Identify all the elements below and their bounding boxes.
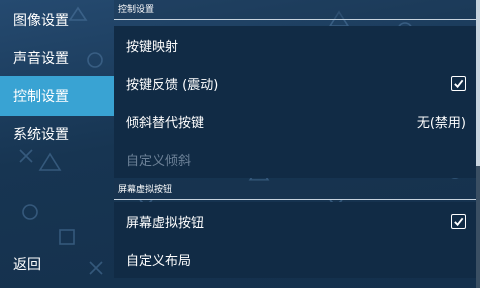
section-header-controls: 控制设置 [114, 0, 476, 20]
row-haptic-feedback[interactable]: 按键反馈 (震动) [114, 64, 476, 102]
settings-sidebar: 图像设置 声音设置 控制设置 系统设置 返回 [0, 0, 114, 288]
section-title: 控制设置 [118, 5, 155, 15]
row-label: 按键映射 [126, 39, 179, 55]
haptic-feedback-checkbox[interactable] [451, 75, 466, 91]
settings-panel: 控制设置 按键映射 按键反馈 (震动) 倾斜替代按键 无(禁用) 自定义倾斜 屏… [114, 0, 476, 288]
row-label: 倾斜替代按键 [126, 115, 205, 131]
row-custom-layout[interactable]: 自定义布局 [114, 240, 476, 278]
back-button[interactable]: 返回 [0, 244, 114, 284]
row-label: 按键反馈 (震动) [126, 77, 219, 93]
sidebar-item-system[interactable]: 系统设置 [0, 114, 114, 154]
back-button-label: 返回 [13, 257, 41, 273]
row-tilt-mapping[interactable]: 倾斜替代按键 无(禁用) [114, 102, 476, 140]
sidebar-item-label: 系统设置 [13, 127, 69, 143]
sidebar-item-label: 图像设置 [13, 13, 69, 29]
scrollbar-thumb[interactable] [476, 0, 480, 166]
row-label: 屏幕虚拟按钮 [126, 215, 205, 231]
row-touch-controls[interactable]: 屏幕虚拟按钮 [114, 202, 476, 240]
scrollbar[interactable] [476, 0, 480, 288]
sidebar-item-label: 声音设置 [13, 51, 69, 67]
sidebar-item-graphics[interactable]: 图像设置 [0, 0, 114, 40]
row-custom-tilt: 自定义倾斜 [114, 140, 476, 178]
checkmark-icon [454, 217, 464, 226]
tilt-mapping-value: 无(禁用) [416, 115, 466, 131]
touch-controls-checkbox[interactable] [451, 213, 466, 229]
section-divider [114, 19, 476, 20]
section-divider [114, 199, 476, 200]
section-title: 屏幕虚拟按钮 [118, 185, 173, 195]
sidebar-item-controls[interactable]: 控制设置 [0, 76, 114, 116]
sidebar-item-audio[interactable]: 声音设置 [0, 38, 114, 78]
row-key-mapping[interactable]: 按键映射 [114, 26, 476, 64]
section-header-touch-controls: 屏幕虚拟按钮 [114, 180, 476, 200]
row-label: 自定义倾斜 [126, 153, 192, 169]
checkmark-icon [454, 79, 464, 88]
sidebar-item-label: 控制设置 [13, 89, 69, 105]
row-label: 自定义布局 [126, 253, 192, 269]
